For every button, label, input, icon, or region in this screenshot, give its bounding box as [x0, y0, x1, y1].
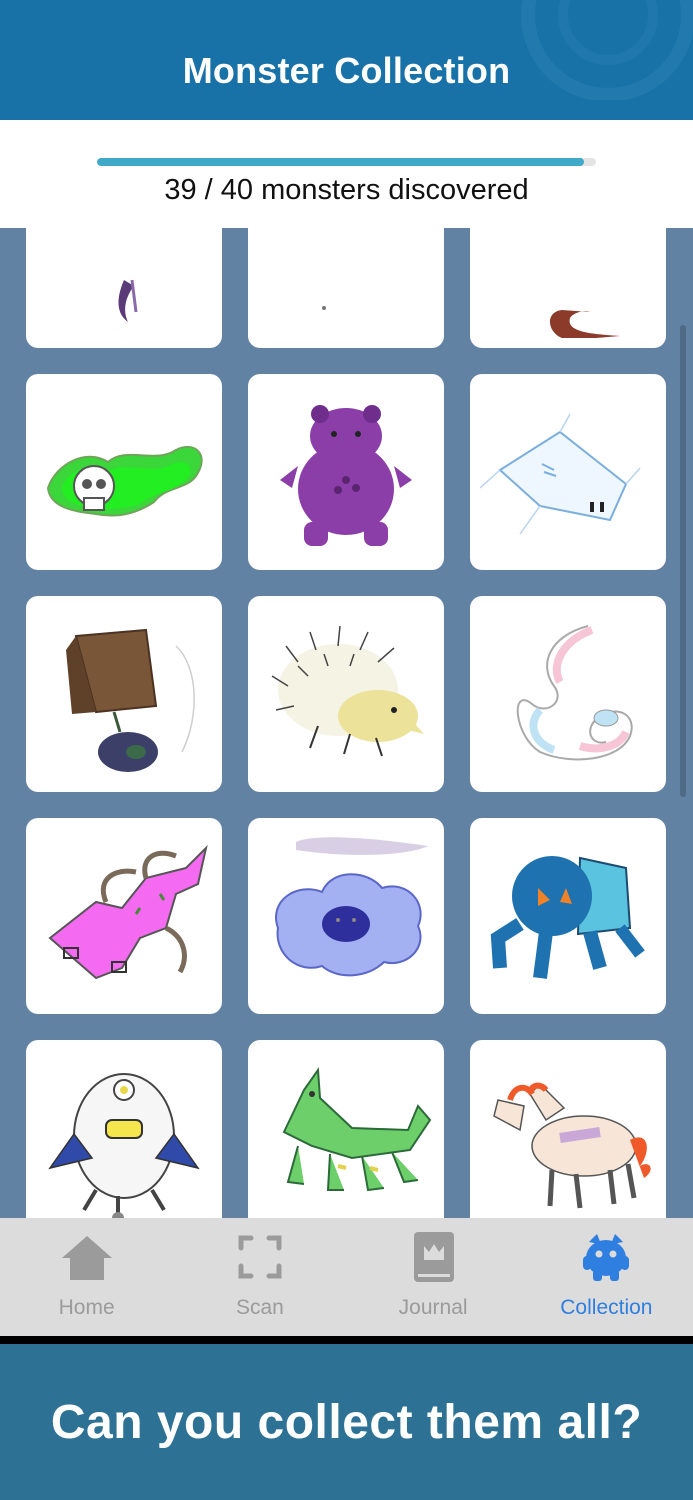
monster-pink-carpet-image: [48, 844, 208, 980]
monster-card[interactable]: [26, 228, 222, 348]
monster-card[interactable]: [470, 596, 666, 792]
divider: [0, 1336, 693, 1344]
monster-card[interactable]: [26, 1040, 222, 1218]
scrollbar[interactable]: [680, 325, 686, 797]
monster-purple-scythe-image: [118, 279, 138, 322]
progress-label: 39 / 40 monsters discovered: [164, 174, 529, 206]
monster-wardrobe-blob-image: [66, 628, 195, 772]
promo-text: Can you collect them all?: [50, 1395, 643, 1449]
monster-icon: [579, 1232, 633, 1282]
monster-card[interactable]: [26, 374, 222, 570]
monster-blue-crystal-spider-image: [490, 856, 645, 979]
progress-bar-fill: [97, 158, 584, 166]
tab-bar: Home Scan Journal Collection: [0, 1218, 693, 1336]
monster-card[interactable]: [248, 1040, 444, 1218]
monster-hedgehog-image: [271, 625, 424, 757]
monster-ribbon-snake-image: [516, 625, 633, 761]
tab-collection-label: Collection: [560, 1296, 653, 1319]
monster-card[interactable]: [26, 596, 222, 792]
scan-icon: [233, 1232, 287, 1282]
tab-home-label: Home: [58, 1296, 115, 1319]
tab-home[interactable]: Home: [0, 1218, 173, 1336]
home-icon: [60, 1232, 114, 1282]
monster-red-hook-image: [550, 310, 620, 338]
monster-card[interactable]: [26, 818, 222, 1014]
monster-hidden-image: [322, 306, 326, 310]
tab-scan-label: Scan: [235, 1296, 284, 1319]
journal-icon: [406, 1232, 460, 1282]
monster-card[interactable]: [470, 228, 666, 348]
monster-card[interactable]: [248, 818, 444, 1014]
monster-egg-robot-image: [48, 1073, 200, 1218]
monster-green-skull-slime-image: [46, 445, 203, 517]
monster-card[interactable]: [248, 374, 444, 570]
monster-grid-viewport: [0, 228, 693, 1218]
monster-green-serpent-image: [282, 1067, 432, 1192]
tab-collection[interactable]: Collection: [520, 1218, 693, 1336]
monster-blue-cloud-image: [275, 837, 428, 977]
monster-twin-horse-image: [493, 1082, 651, 1209]
tab-journal-label: Journal: [398, 1296, 468, 1319]
app-header: Monster Collection: [0, 0, 693, 120]
monster-card[interactable]: [470, 1040, 666, 1218]
page-title: Monster Collection: [182, 50, 511, 91]
tab-journal[interactable]: Journal: [347, 1218, 520, 1336]
progress-panel: 39 / 40 monsters discovered: [0, 120, 693, 228]
monster-card[interactable]: [248, 596, 444, 792]
monster-card[interactable]: [470, 818, 666, 1014]
progress-bar: [97, 158, 596, 166]
promo-banner: Can you collect them all?: [0, 1344, 693, 1500]
tab-scan[interactable]: Scan: [173, 1218, 346, 1336]
monster-card[interactable]: [470, 374, 666, 570]
monster-ice-cube-image: [480, 413, 641, 535]
monster-card[interactable]: [248, 228, 444, 348]
monster-purple-bear-image: [280, 405, 412, 546]
monster-grid: [26, 228, 666, 1218]
